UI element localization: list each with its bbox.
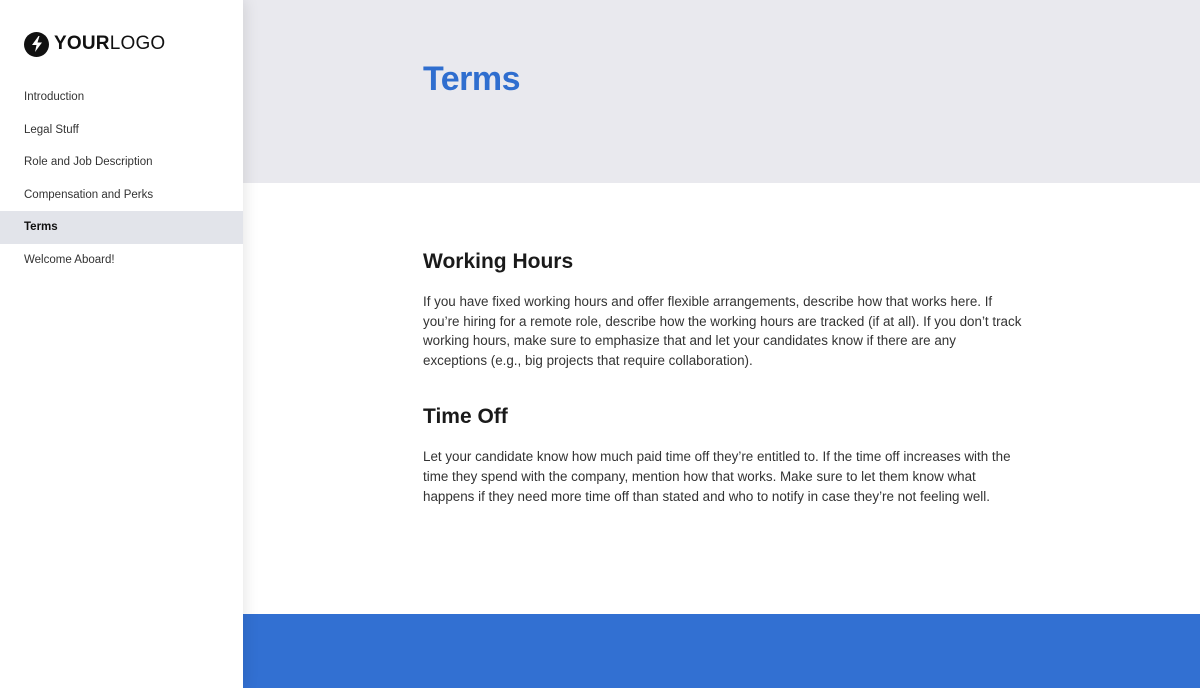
section-title: Time Off: [423, 405, 508, 429]
page-title: Terms: [423, 60, 521, 98]
content-body: Working Hours If you have fixed working …: [423, 250, 1023, 506]
section-time-off: Time Off Let your candidate know how muc…: [423, 405, 1023, 506]
sidebar-nav: Introduction Legal Stuff Role and Job De…: [0, 81, 243, 276]
footer-band: [243, 614, 1200, 688]
logo-text-light: LOGO: [109, 33, 166, 54]
logo-text: YOURLOGO: [54, 33, 165, 55]
section-body: Let your candidate know how much paid ti…: [423, 449, 1011, 504]
sidebar-item-welcome-aboard[interactable]: Welcome Aboard!: [0, 244, 243, 277]
lightning-bolt-icon: [24, 31, 49, 57]
section-title: Working Hours: [423, 250, 574, 273]
sidebar-item-introduction[interactable]: Introduction: [0, 81, 243, 114]
sidebar-item-terms[interactable]: Terms: [0, 211, 243, 244]
logo[interactable]: YOURLOGO: [24, 31, 165, 57]
sidebar-item-legal-stuff[interactable]: Legal Stuff: [0, 114, 243, 147]
sidebar-item-role-and-job-description[interactable]: Role and Job Description: [0, 146, 243, 179]
logo-text-bold: YOUR: [54, 33, 110, 54]
section-body: If you have fixed working hours and offe…: [423, 294, 1022, 368]
sidebar: YOURLOGO Introduction Legal Stuff Role a…: [0, 0, 243, 688]
page-header: Terms: [243, 0, 1200, 183]
section-working-hours: Working Hours If you have fixed working …: [423, 250, 1023, 370]
sidebar-item-compensation-and-perks[interactable]: Compensation and Perks: [0, 179, 243, 212]
main-content: Terms Working Hours If you have fixed wo…: [243, 0, 1200, 688]
